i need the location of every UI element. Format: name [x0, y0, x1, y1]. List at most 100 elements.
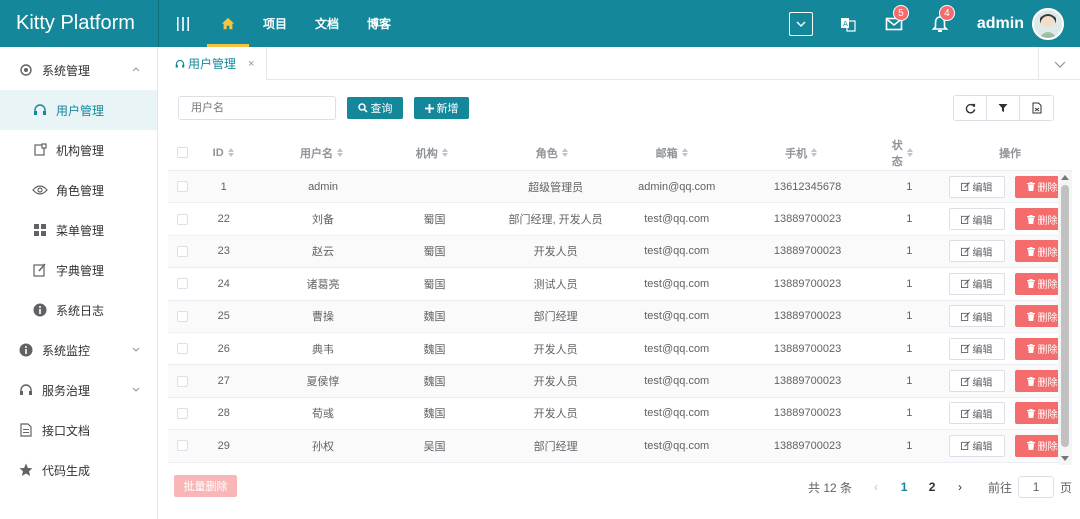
tab-close-icon[interactable]: × — [248, 58, 254, 70]
cell-phone: 13889700023 — [773, 213, 842, 226]
prev-page-icon[interactable]: ‹ — [862, 480, 890, 494]
add-button[interactable]: 新增 — [414, 97, 469, 119]
sort-icon[interactable] — [227, 148, 234, 157]
row-checkbox[interactable] — [177, 181, 189, 193]
cell-email: test@qq.com — [644, 213, 710, 226]
cell-username: 孙权 — [312, 440, 335, 453]
nav-blog[interactable]: 博客 — [353, 0, 405, 47]
chevron-down-icon — [132, 347, 140, 352]
sidebar-item-role-management[interactable]: 角色管理 — [0, 170, 157, 210]
edit-button-label: 编辑 — [972, 183, 993, 195]
row-checkbox[interactable] — [177, 245, 189, 257]
column-header-status[interactable]: 状态 — [892, 135, 913, 170]
sidebar-item-system-monitor[interactable]: 系统监控 — [0, 330, 157, 370]
page-1[interactable]: 1 — [890, 480, 918, 494]
cell-org: 吴国 — [423, 440, 446, 453]
sort-icon[interactable] — [811, 148, 818, 157]
edit-button[interactable]: 编辑 — [948, 370, 1005, 393]
language-icon[interactable]: A — [839, 15, 857, 33]
table-row[interactable]: 28 荀彧 魏国 开发人员 test@qq.com 13889700023 1 编辑 删除 — [168, 398, 1072, 431]
table-body: 1 admin 超级管理员 admin@qq.com 13612345678 1 编辑 删除 2… — [168, 171, 1072, 463]
trash-icon — [1027, 344, 1036, 354]
query-button[interactable]: 查询 — [347, 97, 403, 119]
delete-button-label: 删除 — [1037, 377, 1058, 389]
table-row[interactable]: 22 刘备 蜀国 部门经理, 开发人员 test@qq.com 13889700023 1 编… — [168, 203, 1072, 236]
edit-button[interactable]: 编辑 — [948, 402, 1005, 425]
row-checkbox[interactable] — [177, 375, 189, 387]
table-row[interactable]: 27 夏侯惇 魏国 开发人员 test@qq.com 13889700023 1 编辑 删除 — [168, 365, 1072, 398]
messages-button[interactable]: 5 — [885, 4, 909, 33]
sidebar-item-code-generation[interactable]: 代码生成 — [0, 450, 157, 490]
sort-icon[interactable] — [681, 148, 688, 157]
column-header-id[interactable]: ID — [197, 135, 250, 170]
column-header-role[interactable]: 角色 — [470, 135, 633, 170]
batch-delete-button[interactable]: 批量删除 — [174, 475, 237, 497]
sidebar-item-system-log[interactable]: 系统日志 — [0, 290, 157, 330]
notifications-button[interactable]: 4 — [931, 4, 955, 33]
table-row[interactable]: 1 admin 超级管理员 admin@qq.com 13612345678 1 编辑 删除 — [168, 171, 1072, 204]
sidebar-item-dictionary-management[interactable]: 字典管理 — [0, 250, 157, 290]
export-button[interactable] — [1020, 96, 1053, 120]
edit-button[interactable]: 编辑 — [948, 208, 1005, 231]
edit-button[interactable]: 编辑 — [948, 305, 1005, 328]
scroll-down-icon[interactable] — [1061, 456, 1069, 461]
edit-button[interactable]: 编辑 — [948, 240, 1005, 263]
edit-button-label: 编辑 — [972, 345, 993, 357]
cell-status: 1 — [906, 277, 913, 290]
row-checkbox[interactable] — [177, 310, 189, 322]
table-row[interactable]: 24 诸葛亮 蜀国 测试人员 test@qq.com 13889700023 1 编辑 删除 — [168, 268, 1072, 301]
table-row[interactable]: 29 孙权 吴国 部门经理 test@qq.com 13889700023 1 编辑 删除 — [168, 430, 1072, 463]
user-name[interactable]: admin — [977, 15, 1024, 33]
nav-docs[interactable]: 文档 — [301, 0, 353, 47]
username-search-input[interactable] — [178, 96, 336, 120]
sidebar-item-label: 接口文档 — [42, 423, 91, 438]
menu-toggle-icon[interactable] — [159, 0, 207, 47]
edit-button[interactable]: 编辑 — [948, 272, 1005, 295]
edit-button[interactable]: 编辑 — [948, 175, 1005, 198]
row-checkbox[interactable] — [177, 343, 189, 355]
row-checkbox[interactable] — [177, 407, 189, 419]
sidebar-item-service-governance[interactable]: 服务治理 — [0, 370, 157, 410]
app-logo[interactable]: Kitty Platform — [0, 0, 158, 47]
filter-button[interactable] — [987, 96, 1020, 120]
sort-icon[interactable] — [561, 148, 568, 157]
refresh-button[interactable] — [954, 96, 987, 120]
row-checkbox[interactable] — [177, 213, 189, 225]
delete-button-label: 删除 — [1037, 442, 1058, 454]
page-2[interactable]: 2 — [918, 480, 946, 494]
sidebar-item-user-management[interactable]: 用户管理 — [0, 90, 157, 130]
column-header-email[interactable]: 邮箱 — [633, 135, 710, 170]
cell-username: 刘备 — [312, 214, 335, 227]
chevron-down-icon — [1054, 61, 1065, 68]
avatar[interactable] — [1032, 7, 1064, 40]
column-header-username[interactable]: 用户名 — [250, 135, 394, 170]
table-scrollbar[interactable] — [1058, 171, 1072, 465]
user-table: ID 用户名 机构 角色 邮箱 手机 状态 操作 1 admin 超级管理员 admi… — [168, 135, 1072, 467]
scrollbar-thumb[interactable] — [1061, 185, 1069, 447]
select-all-checkbox[interactable] — [176, 147, 188, 158]
scroll-up-icon[interactable] — [1061, 175, 1069, 180]
goto-page-input[interactable] — [1018, 476, 1055, 498]
sidebar-item-system-management[interactable]: 系统管理 — [0, 50, 157, 90]
edit-button[interactable]: 编辑 — [948, 337, 1005, 360]
tab-menu-button[interactable] — [1038, 47, 1080, 80]
sidebar-item-menu-management[interactable]: 菜单管理 — [0, 210, 157, 250]
column-header-phone[interactable]: 手机 — [710, 135, 892, 170]
sort-icon[interactable] — [441, 148, 448, 157]
next-page-icon[interactable]: › — [946, 480, 974, 494]
row-checkbox[interactable] — [177, 278, 189, 290]
sort-icon[interactable] — [906, 148, 913, 157]
tab-user-management[interactable]: 用户管理 × — [159, 47, 267, 80]
edit-button[interactable]: 编辑 — [948, 434, 1005, 457]
sidebar-item-api-docs[interactable]: 接口文档 — [0, 410, 157, 450]
table-row[interactable]: 23 赵云 蜀国 开发人员 test@qq.com 13889700023 1 编辑 删除 — [168, 235, 1072, 269]
row-checkbox[interactable] — [177, 440, 189, 452]
table-row[interactable]: 25 曹操 魏国 部门经理 test@qq.com 13889700023 1 编辑 删除 — [168, 300, 1072, 333]
nav-home[interactable] — [207, 0, 249, 47]
sort-icon[interactable] — [336, 148, 343, 157]
nav-projects[interactable]: 项目 — [249, 0, 301, 47]
column-header-org[interactable]: 机构 — [393, 135, 470, 170]
table-row[interactable]: 26 典韦 魏国 开发人员 test@qq.com 13889700023 1 编辑 删除 — [168, 333, 1072, 366]
sidebar-item-org-management[interactable]: 机构管理 — [0, 130, 157, 170]
theme-picker-button[interactable] — [788, 11, 813, 36]
